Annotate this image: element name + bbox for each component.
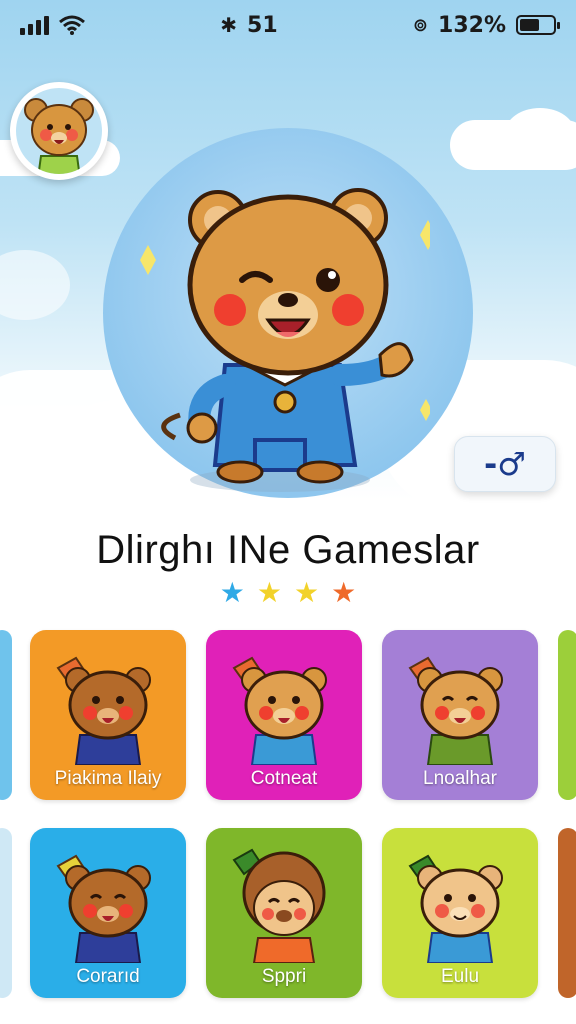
status-center-text: 51 bbox=[247, 12, 278, 38]
bear-character-icon bbox=[232, 656, 327, 765]
star-icon: ★ bbox=[294, 576, 320, 609]
card-peek-left[interactable] bbox=[0, 828, 12, 998]
card-label: Cotneat bbox=[250, 768, 318, 789]
bluetooth-icon: ✱ bbox=[220, 13, 238, 37]
game-card[interactable]: Piakima Ilaiy bbox=[30, 630, 186, 800]
game-card[interactable]: Cotneat bbox=[206, 630, 362, 800]
gender-icon: -♂ bbox=[484, 445, 526, 483]
battery-percent: 132% bbox=[438, 12, 506, 38]
card-label: Piakima Ilaiy bbox=[54, 768, 162, 789]
status-bar: ✱ 51 ⊚ 132% bbox=[0, 0, 576, 50]
game-card[interactable]: Lnoalhar bbox=[382, 630, 538, 800]
bear-mascot-illustration bbox=[140, 188, 430, 492]
gender-toggle-button[interactable]: -♂ bbox=[454, 436, 556, 492]
game-card[interactable]: Eulu bbox=[382, 828, 538, 998]
card-label: Corarıd bbox=[76, 966, 140, 987]
profile-avatar[interactable] bbox=[10, 82, 108, 180]
game-card[interactable]: Sppri bbox=[206, 828, 362, 998]
page-title: Dlirghı INe Gameslar bbox=[96, 528, 480, 572]
star-icon: ★ bbox=[256, 576, 282, 609]
star-icon: ★ bbox=[219, 576, 245, 609]
card-label: Eulu bbox=[440, 966, 480, 987]
rating-stars: ★ ★ ★ ★ bbox=[0, 576, 576, 609]
card-peek-left[interactable] bbox=[0, 630, 12, 800]
card-label: Sppri bbox=[261, 966, 307, 987]
bear-character-icon bbox=[408, 656, 503, 765]
signal-icon bbox=[20, 15, 49, 35]
card-row-2: Corarıd Sppri Eulu bbox=[0, 828, 576, 998]
bear-character-icon bbox=[232, 848, 326, 963]
card-peek-right[interactable] bbox=[558, 630, 576, 800]
star-icon: ★ bbox=[331, 576, 357, 609]
card-row-1: Piakima Ilaiy Cotneat Lnoalhar bbox=[0, 630, 576, 800]
bear-avatar-icon bbox=[24, 98, 94, 174]
wifi-icon bbox=[59, 15, 85, 35]
game-card[interactable]: Corarıd bbox=[30, 828, 186, 998]
battery-icon bbox=[515, 15, 560, 35]
card-peek-right[interactable] bbox=[558, 828, 576, 998]
cloud bbox=[505, 108, 575, 158]
bear-character-icon bbox=[408, 854, 503, 963]
bear-character-icon bbox=[56, 854, 151, 963]
cloud bbox=[0, 250, 70, 320]
bear-character-icon bbox=[56, 656, 151, 765]
card-label: Lnoalhar bbox=[423, 768, 497, 789]
alarm-icon: ⊚ bbox=[412, 14, 429, 36]
